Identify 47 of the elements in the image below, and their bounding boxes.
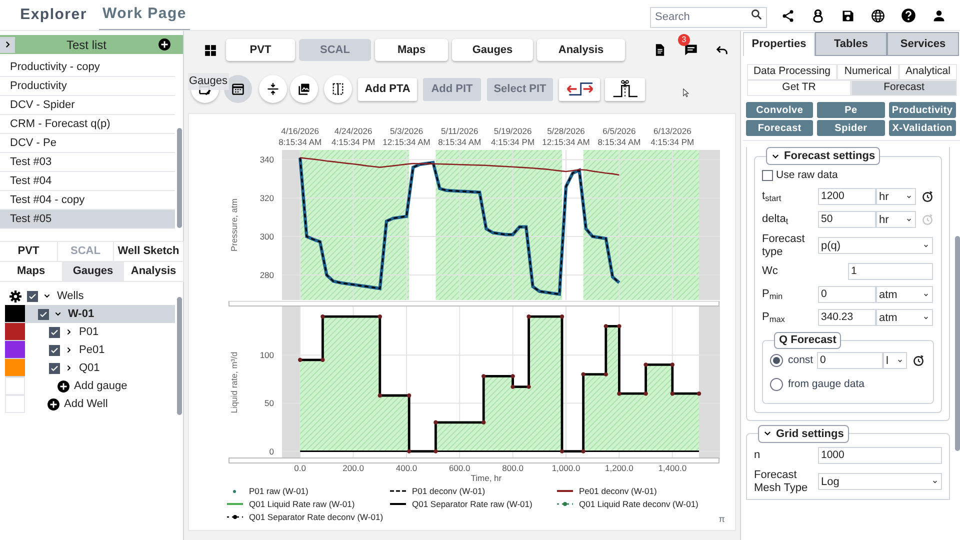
legend-label: Pe01 deconv (W-01) — [579, 484, 657, 498]
tick-label: 600.0 — [448, 463, 470, 473]
tick-label: 50 — [264, 398, 274, 408]
field-label: P$_{max}$ — [762, 311, 786, 324]
tick-label: 5/3/2026 12:15:34 AM — [382, 126, 430, 147]
axis-label: Time, hr — [470, 473, 502, 483]
tick-label: 5/11/2026 8:15:34 AM — [438, 126, 482, 147]
field-label: Forecast type — [762, 232, 806, 259]
tick-label: 5/19/2026 4:15:34 PM — [491, 126, 535, 147]
tick-label: 1,200.0 — [605, 463, 634, 473]
tick-label: 300 — [260, 232, 274, 242]
tick-label: 800.0 — [502, 463, 524, 473]
tooltip: Gauges — [188, 73, 229, 90]
radio-label: from gauge data — [788, 376, 864, 392]
radio-label: const — [788, 352, 814, 368]
field-label: delta$_{t}$ — [762, 213, 790, 226]
tick-label: 100 — [260, 350, 274, 360]
tick-label: 0 — [269, 446, 274, 456]
legend-label: P01 raw (W-01) — [249, 484, 308, 498]
field-label: t$_{start}$ — [762, 190, 782, 204]
axis-label: Liquid rate, m³/d — [229, 352, 239, 414]
field-label: Forecast Mesh Type — [754, 468, 809, 495]
tick-label: 4/16/2026 8:15:34 AM — [278, 126, 322, 147]
tick-label: 320 — [260, 193, 274, 204]
tick-label: 340 — [260, 154, 274, 165]
legend-label: Q01 Separator Rate raw (W-01) — [412, 498, 532, 510]
legend-label: Q01 Separator Rate deconv (W-01) — [249, 510, 384, 524]
tick-label: 1,000.0 — [552, 463, 580, 473]
legend-label: Q01 Liquid Rate deconv (W-01) — [579, 498, 698, 510]
footnote-mark: π — [718, 512, 725, 526]
tick-label: 6/13/2026 4:15:34 PM — [650, 126, 694, 147]
axis-label: Pressure, atm — [229, 198, 239, 252]
tick-label: 400.0 — [396, 463, 418, 473]
tick-label: 200.0 — [342, 463, 364, 473]
legend-label: Q01 Liquid Rate raw (W-01) — [249, 498, 355, 510]
list-title: Test list — [65, 36, 108, 54]
tick-label: 0.0 — [294, 463, 306, 473]
tick-label: 6/5/2026 8:15:34 AM — [598, 126, 641, 147]
tick-label: 280 — [260, 270, 274, 280]
field-label: Wc — [762, 265, 779, 278]
tick-label: 5/28/2026 12:15:34 AM — [542, 126, 590, 147]
tick-label: 1,400.0 — [658, 463, 687, 473]
legend-label: P01 deconv (W-01) — [412, 484, 486, 498]
tick-label: 4/24/2026 4:15:34 PM — [332, 126, 376, 147]
field-label: n — [754, 449, 762, 462]
notification-badge: 3 — [678, 34, 690, 46]
field-label: P$_{min}$ — [762, 288, 784, 302]
